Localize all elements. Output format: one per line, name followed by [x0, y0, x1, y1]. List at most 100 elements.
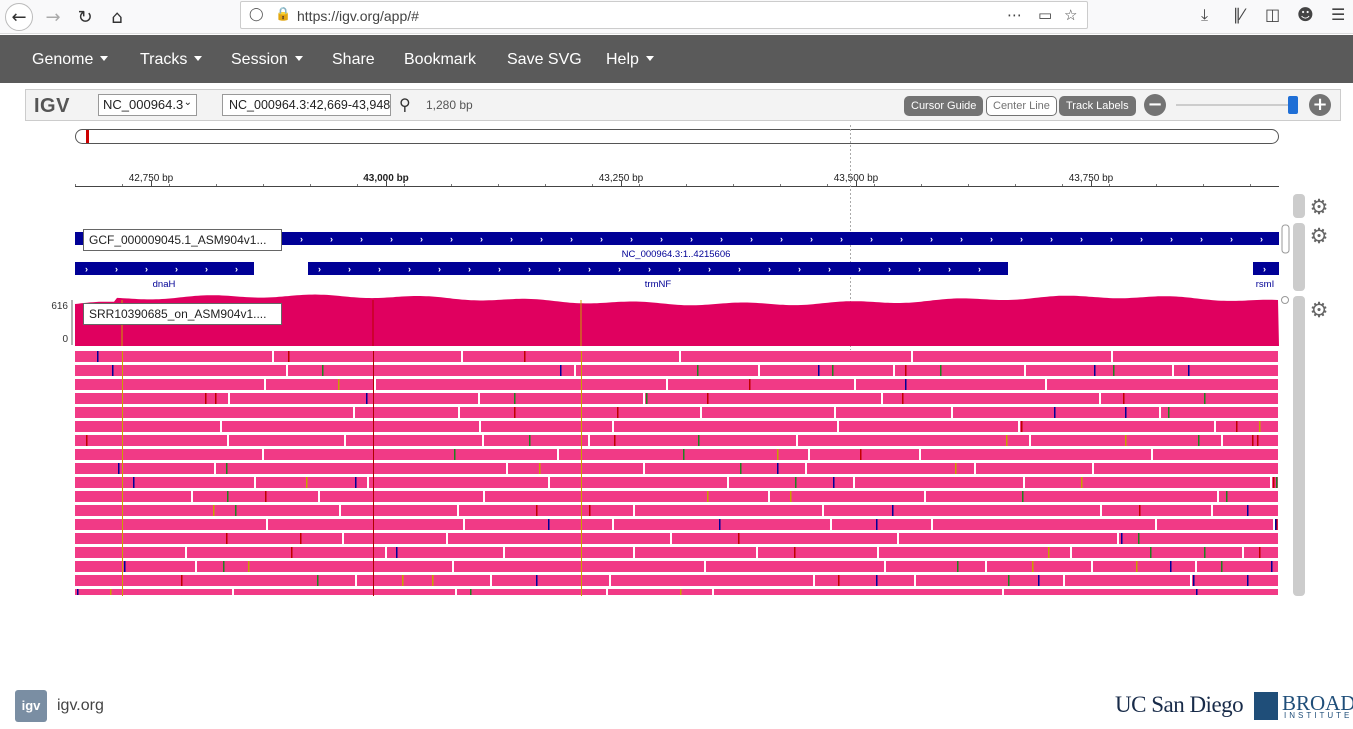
read[interactable] — [1094, 463, 1278, 474]
read[interactable] — [913, 351, 1111, 362]
account-icon[interactable]: ☻ — [1297, 5, 1314, 24]
read[interactable] — [1192, 575, 1278, 586]
gear-icon[interactable]: ⚙ — [1308, 299, 1330, 321]
zoom-slider-thumb[interactable] — [1288, 96, 1298, 114]
track-scrollbar-thumb[interactable] — [1281, 296, 1289, 304]
read[interactable] — [357, 575, 490, 586]
ucsd-logo[interactable]: UC San Diego — [1115, 692, 1244, 718]
gear-icon[interactable]: ⚙ — [1308, 196, 1330, 218]
menu-tracks[interactable]: Tracks — [140, 51, 203, 69]
read[interactable] — [681, 351, 911, 362]
read[interactable] — [75, 449, 262, 460]
track-scrollbar-thumb[interactable] — [1281, 224, 1290, 254]
read[interactable] — [758, 547, 877, 558]
read[interactable] — [187, 547, 385, 558]
read[interactable] — [856, 379, 1045, 390]
gene-dnaH[interactable] — [75, 262, 254, 275]
pocket-icon[interactable]: ▭ — [1038, 6, 1052, 24]
read[interactable] — [645, 463, 805, 474]
read[interactable] — [976, 463, 1092, 474]
search-icon[interactable]: ⚲ — [399, 95, 411, 114]
read[interactable] — [346, 435, 482, 446]
read[interactable] — [886, 561, 985, 572]
read[interactable] — [702, 407, 834, 418]
read[interactable] — [222, 421, 479, 432]
read[interactable] — [75, 351, 272, 362]
read[interactable] — [987, 561, 1091, 572]
read[interactable] — [264, 449, 557, 460]
read[interactable] — [1004, 589, 1278, 595]
read[interactable] — [576, 365, 758, 376]
read[interactable] — [75, 561, 195, 572]
read[interactable] — [485, 491, 768, 502]
read[interactable] — [810, 449, 919, 460]
tracking-shield-icon[interactable]: ◯ — [249, 7, 264, 22]
ideogram[interactable] — [75, 129, 1279, 144]
read[interactable] — [1119, 533, 1278, 544]
read[interactable] — [268, 519, 463, 530]
read[interactable] — [75, 379, 264, 390]
read[interactable] — [1244, 547, 1278, 558]
download-icon[interactable]: ⤓ — [1201, 5, 1208, 25]
alignment-track-label[interactable]: SRR10390685_on_ASM904v1.... — [83, 303, 282, 325]
menu-genome[interactable]: Genome — [32, 51, 109, 69]
read[interactable] — [836, 407, 951, 418]
read[interactable] — [459, 505, 633, 516]
read[interactable] — [266, 379, 374, 390]
ruler[interactable]: 42,750 bp 43,000 bp 43,250 bp 43,500 bp 43,7… — [75, 173, 1251, 186]
read[interactable] — [933, 519, 1155, 530]
annotation-track-label[interactable]: GCF_000009045.1_ASM904v1... — [83, 229, 282, 251]
read[interactable] — [1113, 351, 1278, 362]
read[interactable] — [668, 379, 854, 390]
lock-icon[interactable]: 🔒 — [275, 7, 291, 22]
read[interactable] — [1047, 379, 1278, 390]
igv-footer-logo[interactable]: igv — [15, 690, 47, 722]
track-labels-button[interactable]: Track Labels — [1059, 96, 1136, 116]
read[interactable] — [1197, 561, 1278, 572]
read[interactable] — [484, 435, 588, 446]
read[interactable] — [448, 533, 670, 544]
read[interactable] — [1174, 365, 1278, 376]
read[interactable] — [1065, 575, 1190, 586]
read[interactable] — [926, 491, 1217, 502]
read[interactable] — [75, 575, 355, 586]
zoom-out-icon[interactable]: − — [1144, 94, 1166, 116]
broad-logo[interactable]: BROAD INSTITUTE — [1254, 691, 1353, 723]
read[interactable] — [798, 435, 1029, 446]
read[interactable] — [635, 547, 756, 558]
read[interactable] — [460, 407, 700, 418]
read[interactable] — [614, 519, 830, 530]
read[interactable] — [672, 533, 897, 544]
gear-icon[interactable]: ⚙ — [1308, 225, 1330, 247]
read[interactable] — [75, 365, 286, 376]
read[interactable] — [1093, 561, 1195, 572]
read[interactable] — [1219, 491, 1278, 502]
read[interactable] — [75, 547, 185, 558]
read[interactable] — [839, 421, 1018, 432]
read[interactable] — [1072, 547, 1242, 558]
read[interactable] — [75, 505, 339, 516]
genome-select[interactable]: NC_000964.3 ⌄ — [98, 94, 197, 116]
read[interactable] — [921, 449, 1151, 460]
read[interactable] — [75, 491, 191, 502]
read[interactable] — [341, 505, 457, 516]
read[interactable] — [480, 393, 643, 404]
read[interactable] — [916, 575, 1063, 586]
read[interactable] — [590, 435, 796, 446]
read[interactable] — [481, 421, 612, 432]
url-text[interactable]: https://igv.org/app/# — [297, 8, 419, 24]
sidebar-icon[interactable]: ◫ — [1265, 5, 1280, 24]
read[interactable] — [75, 519, 266, 530]
forward-icon[interactable]: → — [39, 3, 67, 31]
track-scrollbar[interactable] — [1293, 194, 1305, 218]
read[interactable] — [454, 561, 704, 572]
read[interactable] — [369, 477, 548, 488]
read[interactable] — [1102, 505, 1211, 516]
zoom-slider[interactable] — [1176, 104, 1296, 106]
menu-share[interactable]: Share — [332, 51, 375, 69]
read[interactable] — [706, 561, 884, 572]
read[interactable] — [75, 421, 220, 432]
read[interactable] — [815, 575, 914, 586]
home-icon[interactable]: ⌂ — [103, 3, 131, 31]
read[interactable] — [256, 477, 367, 488]
